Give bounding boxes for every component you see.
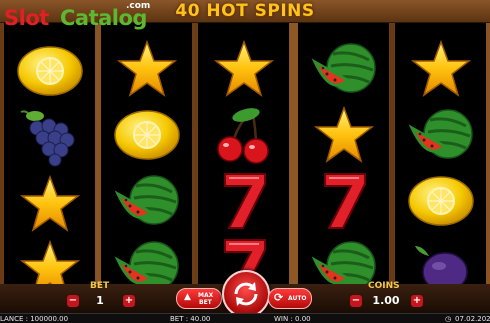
- spin-button[interactable]: [222, 270, 270, 318]
- reel-2: [101, 22, 192, 285]
- coins-value: 1.00: [372, 294, 400, 307]
- coins-increase-button[interactable]: +: [411, 295, 423, 307]
- bet-label: BET: [90, 281, 110, 291]
- star-icon: [213, 40, 274, 97]
- auto-label: AUTO: [288, 295, 307, 302]
- star-symbol: [395, 36, 486, 102]
- logo-part-slot: Slot: [4, 6, 49, 30]
- lemon-symbol: [395, 168, 486, 234]
- watermelon-icon: [408, 109, 473, 159]
- clock-icon: ◷: [445, 315, 452, 323]
- bet-value: 1: [96, 294, 104, 307]
- star-icon: [19, 240, 80, 285]
- lemon-icon: [16, 46, 83, 96]
- reel-1: [4, 22, 95, 285]
- star-symbol: [198, 36, 289, 102]
- total-bet-readout: BET : 40.00: [170, 315, 211, 323]
- star-symbol: [101, 36, 192, 102]
- auto-spin-button[interactable]: ⟳ AUTO: [268, 288, 312, 309]
- bet-increase-button[interactable]: +: [123, 295, 135, 307]
- cherries-symbol: [198, 102, 289, 168]
- reel-5: [395, 22, 486, 285]
- plum-icon: [414, 246, 468, 285]
- coins-decrease-button[interactable]: −: [350, 295, 362, 307]
- game-screen: 40 HOT SPINS Slot Catalog .com BET − 1 +…: [0, 0, 490, 323]
- seven-icon: [323, 173, 366, 229]
- seven-icon: [223, 173, 266, 229]
- plum-symbol: [395, 234, 486, 285]
- star-symbol: [298, 102, 389, 168]
- spin-arrows-icon: [234, 282, 258, 306]
- star-symbol: [4, 236, 95, 285]
- grapes-icon: [20, 110, 74, 167]
- logo-suffix: .com: [126, 1, 151, 11]
- watermelon-icon: [311, 43, 376, 93]
- bet-decrease-button[interactable]: −: [67, 295, 79, 307]
- up-arrow-icon: ▲: [184, 292, 191, 302]
- watermelon-symbol: [395, 102, 486, 168]
- balance-readout: LANCE : 100000.00: [0, 315, 69, 323]
- coins-label: COINS: [368, 281, 400, 291]
- max-bet-label-2: BET: [199, 299, 212, 306]
- star-icon: [19, 175, 80, 232]
- reel-4: [298, 22, 389, 285]
- watermelon-icon: [114, 241, 179, 285]
- watermelon-symbol: [298, 36, 389, 102]
- lemon-icon: [407, 176, 474, 226]
- watermelon-symbol: [298, 234, 389, 285]
- star-symbol: [4, 171, 95, 237]
- cherries-icon: [216, 108, 269, 164]
- max-bet-label-1: MAX: [198, 292, 214, 299]
- star-icon: [116, 40, 177, 97]
- watermelon-icon: [114, 175, 179, 225]
- lemon-icon: [113, 110, 180, 160]
- win-readout: WIN : 0.00: [274, 315, 311, 323]
- star-icon: [313, 106, 374, 163]
- star-icon: [410, 40, 471, 97]
- watermelon-symbol: [101, 234, 192, 285]
- watermelon-symbol: [101, 168, 192, 234]
- seven-symbol: [198, 168, 289, 234]
- auto-spin-icon: ⟳: [274, 291, 284, 304]
- watermelon-icon: [311, 241, 376, 285]
- seven-symbol: [298, 168, 389, 234]
- max-bet-button[interactable]: ▲ MAX BET: [176, 288, 222, 309]
- status-bar: LANCE : 100000.00 BET : 40.00 WIN : 0.00…: [0, 313, 490, 323]
- lemon-symbol: [101, 102, 192, 168]
- grapes-symbol: [4, 105, 95, 171]
- date-readout: 07.02.202: [455, 315, 490, 323]
- reel-3: [198, 22, 289, 285]
- lemon-symbol: [4, 38, 95, 104]
